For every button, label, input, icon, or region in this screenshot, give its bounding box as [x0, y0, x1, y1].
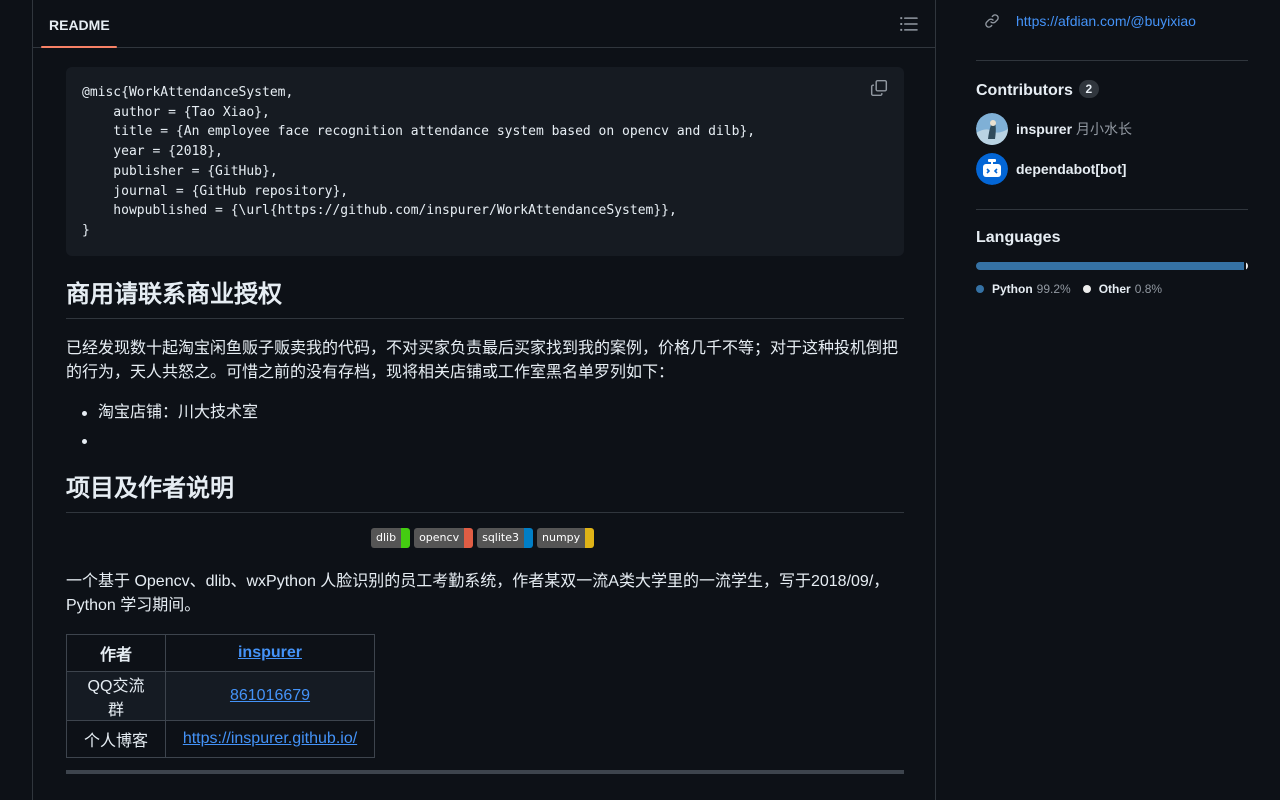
avatar[interactable]: [976, 153, 1008, 185]
badge-numpy[interactable]: numpy: [537, 528, 595, 548]
dependabot-icon: [976, 153, 1008, 185]
badge-sqlite3[interactable]: sqlite3: [477, 528, 533, 548]
language-color-dot: [976, 285, 984, 293]
list-item: [66, 429, 904, 457]
language-color-dot: [1082, 285, 1091, 293]
language-name: Python: [992, 282, 1033, 296]
readme-panel: README @misc{WorkAttendanceSystem, autho…: [32, 0, 936, 800]
divider: [976, 60, 1248, 61]
badge-dlib[interactable]: dlib: [371, 528, 411, 548]
project-paragraph: 一个基于 Opencv、dlib、wxPython 人脸识别的员工考勤系统，作者…: [66, 573, 890, 614]
table-row: 个人博客 https://inspurer.github.io/: [66, 720, 375, 758]
contributor-login: inspurer: [1016, 121, 1073, 137]
table-cell-value: inspurer: [165, 634, 375, 672]
language-segment-other: [1245, 262, 1248, 270]
badge-opencv[interactable]: opencv: [414, 528, 474, 548]
languages-title: Languages: [976, 229, 1061, 246]
language-segment-python: [976, 262, 1244, 270]
avatar[interactable]: [976, 113, 1008, 145]
project-description: 一个基于 Opencv、dlib、wxPython 人脸识别的员工考勤系统，作者…: [66, 570, 904, 618]
badge-row: dlib opencv sqlite3 numpy: [371, 528, 595, 548]
table-cell-value: https://inspurer.github.io/: [165, 720, 375, 758]
qq-group-link[interactable]: 861016679: [230, 687, 310, 704]
table-cell-key: 个人博客: [66, 720, 166, 758]
commercial-section: 商用请联系商业授权 已经发现数十起淘宝闲鱼贩子贩卖我的代码，不对买家负责最后买家…: [66, 280, 904, 457]
list-unordered-icon: [900, 17, 918, 31]
blacklist: 淘宝店铺：川大技术室: [66, 401, 904, 457]
table-row: 作者 inspurer: [66, 634, 375, 672]
language-percent: 99.2%: [1036, 282, 1071, 296]
copy-icon: [870, 79, 888, 97]
language-percent: 0.8%: [1134, 282, 1163, 296]
language-item-python[interactable]: Python 99.2%: [976, 282, 1071, 296]
language-bar: [976, 262, 1248, 270]
readme-header: README: [33, 0, 935, 48]
citation-code-block: @misc{WorkAttendanceSystem, author = {Ta…: [66, 67, 904, 256]
contributor-login: dependabot[bot]: [1016, 161, 1127, 177]
horizontal-rule: [66, 770, 904, 774]
sidebar: https://afdian.com/@buyixiao Contributor…: [976, 0, 1248, 800]
contributors-count: 2: [1078, 80, 1099, 98]
table-cell-value: 861016679: [165, 671, 375, 721]
list-item: 淘宝店铺：川大技术室: [66, 401, 904, 429]
language-legend: Python 99.2% Other 0.8%: [976, 282, 1174, 296]
link-icon: [985, 14, 999, 28]
contributor-inspurer[interactable]: inspurer 月小水长: [976, 113, 1132, 145]
tab-active-indicator: [41, 46, 117, 48]
tab-readme[interactable]: README: [41, 0, 118, 48]
table-row: QQ交流群 861016679: [66, 671, 375, 721]
author-link[interactable]: inspurer: [238, 644, 302, 661]
sponsor-link-row: https://afdian.com/@buyixiao: [976, 10, 1196, 32]
project-section: 项目及作者说明: [66, 474, 904, 513]
blog-link[interactable]: https://inspurer.github.io/: [183, 730, 357, 747]
commercial-heading: 商用请联系商业授权: [66, 280, 904, 319]
commercial-paragraph: 已经发现数十起淘宝闲鱼贩子贩卖我的代码，不对买家负责最后买家找到我的案例，价格几…: [66, 340, 899, 381]
sponsor-link[interactable]: https://afdian.com/@buyixiao: [1016, 10, 1196, 32]
project-heading: 项目及作者说明: [66, 474, 904, 513]
contributor-dependabot[interactable]: dependabot[bot]: [976, 153, 1126, 185]
contributors-title[interactable]: Contributors 2: [976, 80, 1099, 100]
outline-button[interactable]: [899, 14, 919, 34]
contributor-fullname: 月小水长: [1076, 121, 1133, 137]
language-name: Other: [1098, 282, 1131, 296]
table-cell-key: 作者: [66, 634, 166, 672]
language-item-other[interactable]: Other 0.8%: [1082, 282, 1163, 296]
citation-code: @misc{WorkAttendanceSystem, author = {Ta…: [82, 85, 756, 238]
copy-button[interactable]: [870, 79, 890, 99]
divider: [976, 209, 1248, 210]
author-info-table: 作者 inspurer QQ交流群 861016679 个人博客 https:/…: [66, 634, 375, 758]
table-cell-key: QQ交流群: [66, 671, 166, 721]
